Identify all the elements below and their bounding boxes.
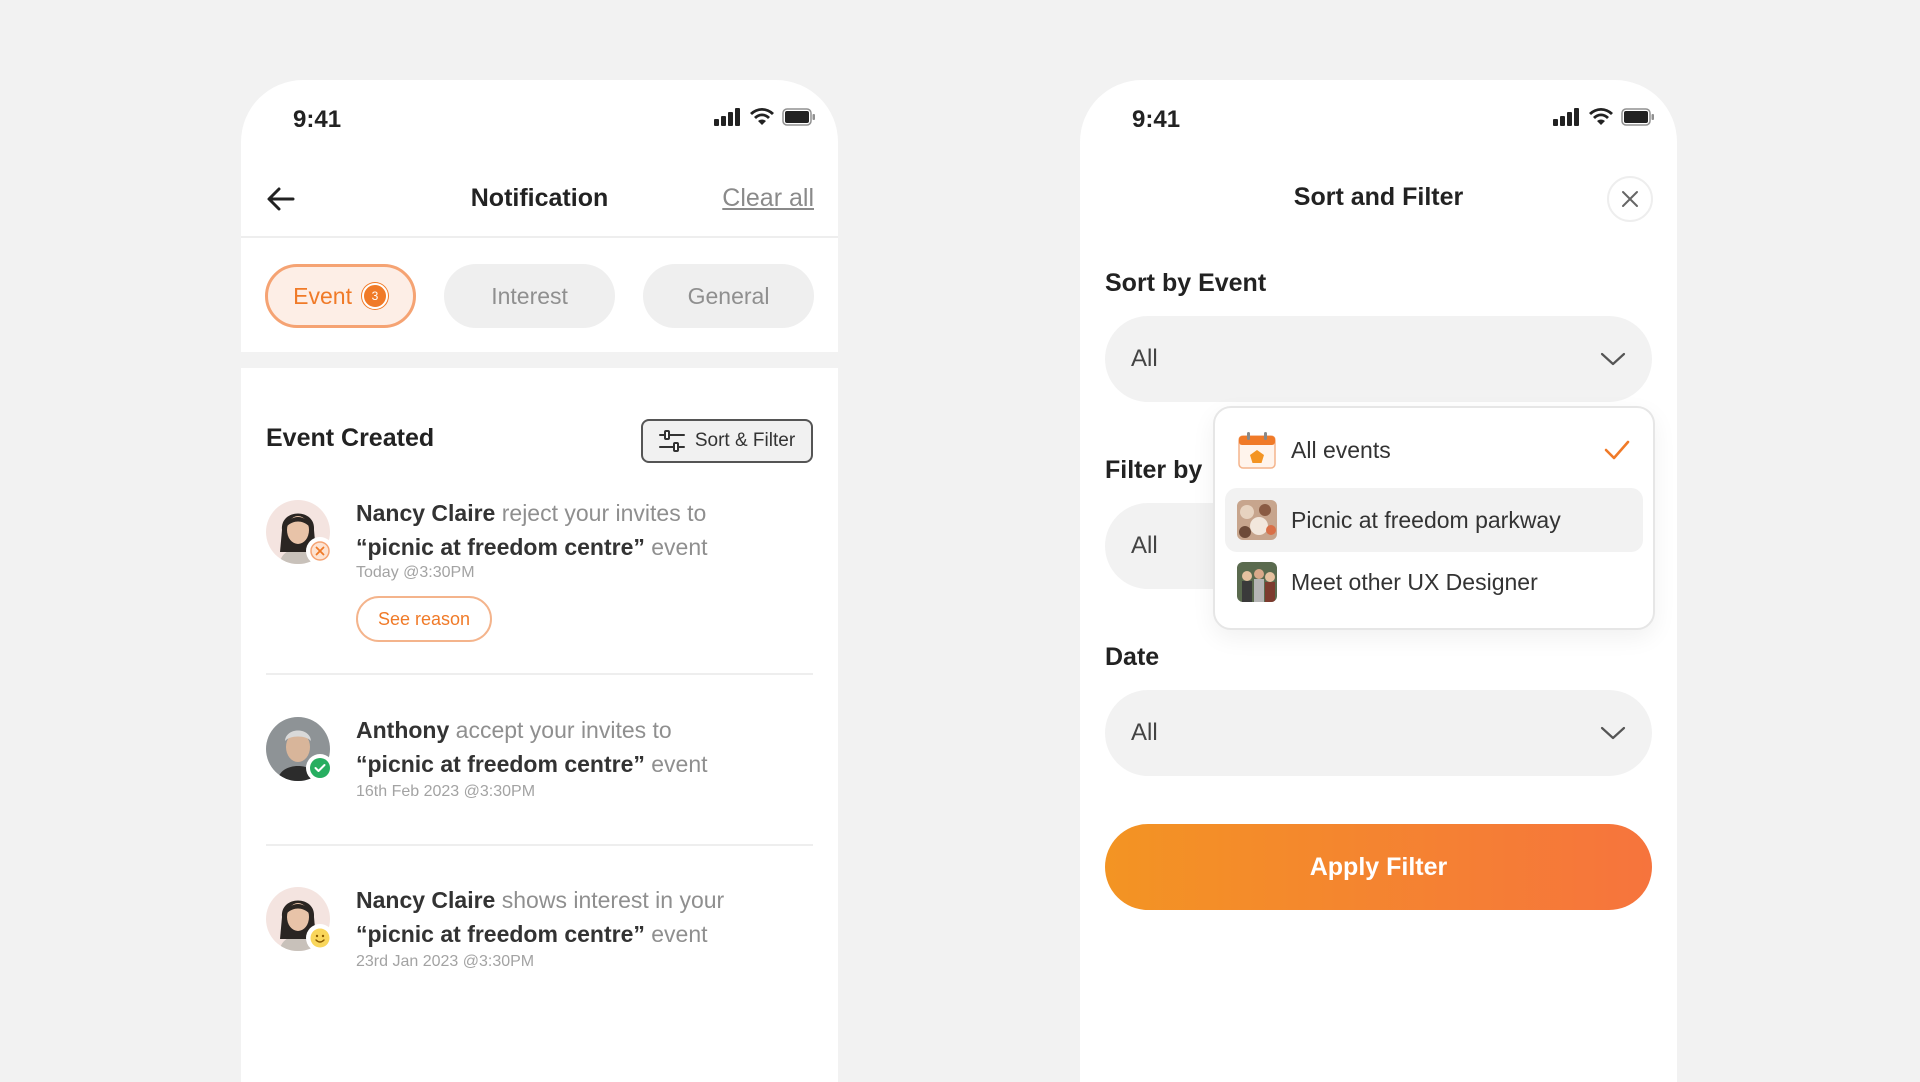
section-divider [241,352,838,368]
chevron-down-icon [1600,352,1626,366]
sort-by-dropdown-menu: All events Picnic at freedom parkway Mee… [1213,406,1655,630]
see-reason-button[interactable]: See reason [356,596,492,642]
list-divider [266,844,813,846]
reject-circle-icon [310,541,330,561]
status-time: 9:41 [1132,106,1181,133]
nav-bar: Notification Clear all [241,170,838,228]
interest-status-badge [306,924,334,952]
check-circle-icon [310,758,330,778]
notification-user-name: Nancy Claire [356,500,496,526]
notification-user-name: Anthony [356,717,450,743]
dropdown-option-ux-designer[interactable]: Meet other UX Designer [1225,550,1643,614]
notification-event-name: “picnic at freedom centre” [356,534,645,560]
date-select[interactable]: All [1105,690,1652,776]
signal-icon [1553,108,1579,126]
sort-filter-screen: 9:41 Sort and Filter Sort by Event All F… [1080,80,1677,1082]
list-divider [266,673,813,675]
notification-action: shows interest in your [495,887,725,913]
close-button[interactable] [1607,176,1653,222]
dropdown-option-picnic[interactable]: Picnic at freedom parkway [1225,488,1643,552]
signal-icon [714,108,740,126]
sliders-icon [658,430,685,452]
notification-action: reject your invites to [495,500,707,526]
dropdown-option-label: Meet other UX Designer [1291,568,1538,595]
sort-by-select[interactable]: All [1105,316,1652,402]
event-thumbnail-icon [1237,562,1277,602]
notification-suffix: event [644,751,708,777]
dropdown-option-all-events[interactable]: All events [1225,418,1643,482]
tab-event[interactable]: Event 3 [265,264,417,328]
divider [241,236,838,238]
tab-interest[interactable]: Interest [444,264,616,328]
list-item: Anthony accept your invites to “picnic a… [266,717,813,817]
sort-by-label: Sort by Event [1105,269,1267,297]
checkmark-icon [1604,440,1630,460]
sheet-title: Sort and Filter [1293,183,1464,211]
status-icons [1553,108,1655,126]
tab-interest-label: Interest [491,282,568,309]
tab-general-label: General [687,282,770,309]
list-item: Nancy Claire shows interest in your “pic… [266,887,813,987]
notification-user-name: Nancy Claire [356,887,496,913]
smiley-icon [310,928,330,948]
status-icons [714,108,816,126]
notification-time: 23rd Jan 2023 @3:30PM [356,953,535,970]
filter-by-value: All [1131,532,1158,559]
date-label: Date [1105,643,1160,671]
wifi-icon [750,108,774,125]
notification-event-name: “picnic at freedom centre” [356,751,645,777]
filter-by-label: Filter by [1105,456,1203,484]
tab-event-count-badge: 3 [361,283,388,309]
notification-suffix: event [644,534,708,560]
battery-icon [1621,108,1654,126]
notification-event-name: “picnic at freedom centre” [356,921,645,947]
notification-time: 16th Feb 2023 @3:30PM [356,783,536,800]
date-value: All [1131,719,1158,746]
clear-all-link[interactable]: Clear all [722,184,814,213]
tab-general[interactable]: General [643,264,815,328]
notification-text: Nancy Claire reject your invites to “pic… [356,496,813,564]
sort-by-value: All [1131,345,1158,372]
status-time: 9:41 [293,106,342,133]
section-title: Event Created [266,424,435,452]
sort-filter-label: Sort & Filter [694,430,796,451]
event-thumbnail-icon [1237,500,1277,540]
notification-text: Nancy Claire shows interest in your “pic… [356,883,813,951]
notification-time: Today @3:30PM [356,564,475,581]
chevron-down-icon [1600,726,1626,740]
dropdown-option-label: All events [1291,436,1391,463]
notification-action: accept your invites to [449,717,672,743]
calendar-icon [1237,430,1277,470]
battery-icon [782,108,815,126]
list-item: Nancy Claire reject your invites to “pic… [266,500,813,642]
notification-screen: 9:41 Notification Clear all Event 3 Inte… [241,80,838,1082]
accepted-status-badge [306,754,334,782]
tab-event-label: Event [293,282,352,309]
sort-filter-button[interactable]: Sort & Filter [641,419,813,463]
notification-text: Anthony accept your invites to “picnic a… [356,713,813,781]
close-icon [1622,191,1638,207]
rejected-status-badge [306,537,334,565]
dropdown-option-label: Picnic at freedom parkway [1291,506,1561,533]
notification-suffix: event [644,921,708,947]
apply-filter-button[interactable]: Apply Filter [1105,824,1652,910]
wifi-icon [1589,108,1613,125]
tab-bar: Event 3 Interest General [265,264,815,328]
